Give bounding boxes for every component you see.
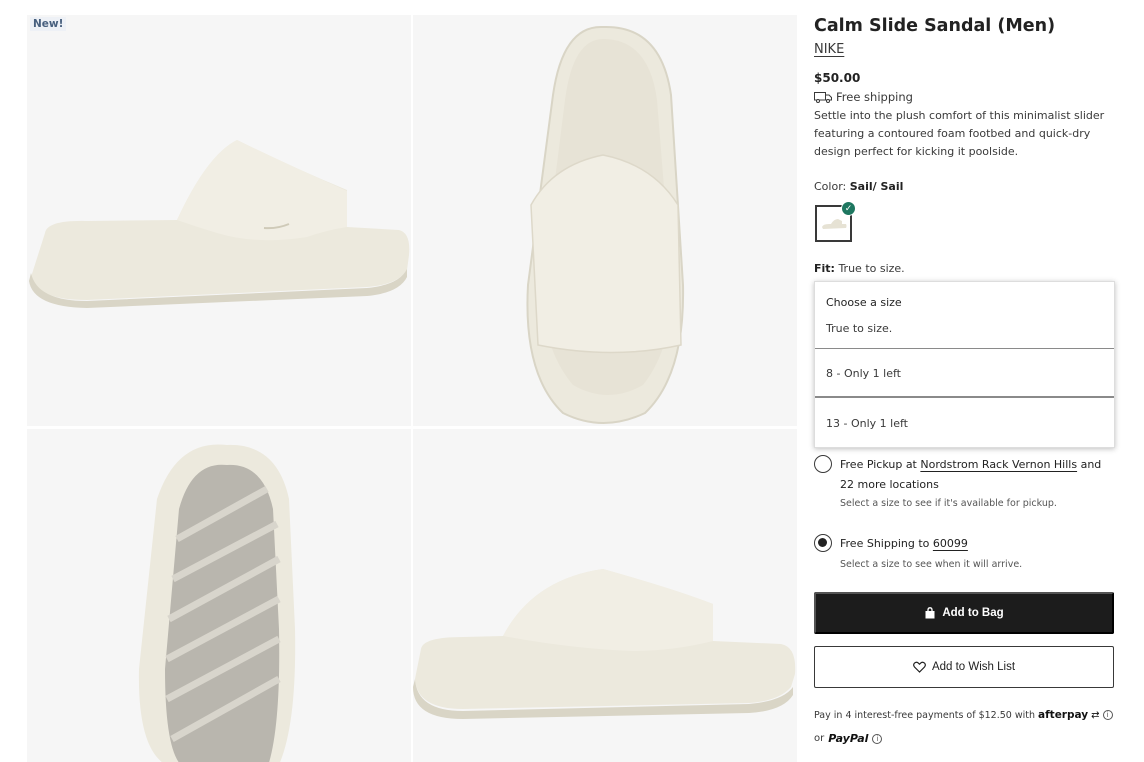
product-price: $50.00 xyxy=(814,71,861,85)
truck-icon xyxy=(814,91,832,103)
add-to-wishlist-button[interactable]: Add to Wish List xyxy=(814,646,1114,688)
product-image-side[interactable]: New! xyxy=(27,15,411,426)
product-title: Calm Slide Sandal (Men) xyxy=(814,16,1056,36)
fit-value: True to size. xyxy=(838,262,905,275)
pickup-note: Select a size to see if it's available f… xyxy=(840,498,1057,509)
afterpay-info-icon[interactable]: i xyxy=(1102,710,1113,720)
paypal-info-icon[interactable]: i xyxy=(872,733,883,744)
pickup-option-text: Free Pickup at Nordstrom Rack Vernon Hil… xyxy=(840,455,1116,495)
free-shipping-label: Free shipping xyxy=(836,90,913,104)
sandal-top-illustration xyxy=(526,25,685,424)
shipping-note: Select a size to see when it will arrive… xyxy=(840,559,1023,570)
product-image-top[interactable] xyxy=(413,15,797,426)
afterpay-row: Pay in 4 interest-free payments of $12.5… xyxy=(814,709,1113,721)
shipping-option-text: Free Shipping to 60099 xyxy=(840,534,1116,554)
sandal-sole-illustration xyxy=(138,444,296,762)
pickup-radio[interactable] xyxy=(814,455,832,473)
shipping-prefix: Free Shipping to xyxy=(840,537,930,550)
add-to-wishlist-label: Add to Wish List xyxy=(931,661,1016,673)
sandal-side-alt-illustration xyxy=(413,569,796,719)
sandal-side-illustration xyxy=(29,140,410,308)
new-badge: New! xyxy=(30,17,67,31)
size-dropdown-header: Choose a size True to size. xyxy=(815,282,1114,349)
size-option-13[interactable]: 13 - Only 1 left xyxy=(815,399,1114,447)
pickup-store-link[interactable]: Nordstrom Rack Vernon Hills xyxy=(920,458,1077,471)
size-dropdown[interactable]: Choose a size True to size. 8 - Only 1 l… xyxy=(814,281,1115,448)
size-dropdown-title: Choose a size xyxy=(826,296,902,309)
add-to-bag-button[interactable]: Add to Bag xyxy=(814,592,1114,634)
paypal-logo: PayPal xyxy=(828,732,869,745)
color-line: Color: Sail/ Sail xyxy=(814,180,903,193)
brand-link[interactable]: NIKE xyxy=(814,42,844,57)
fit-label: Fit: xyxy=(814,262,835,275)
size-dropdown-subtitle: True to size. xyxy=(826,322,893,335)
color-value: Sail/ Sail xyxy=(849,180,904,193)
add-to-bag-label: Add to Bag xyxy=(942,607,1004,619)
image-gallery: New! xyxy=(27,15,797,762)
afterpay-logo: afterpay xyxy=(1038,709,1089,721)
fit-line: Fit: True to size. xyxy=(814,262,905,275)
selected-check-icon: ✓ xyxy=(841,201,856,216)
pickup-prefix: Free Pickup at xyxy=(840,458,917,471)
afterpay-text: Pay in 4 interest-free payments of $12.5… xyxy=(814,709,1036,721)
heart-icon xyxy=(913,661,926,673)
or-label: or xyxy=(814,733,825,744)
shipping-radio[interactable] xyxy=(814,534,832,552)
color-label: Color: xyxy=(814,180,847,193)
size-option-8[interactable]: 8 - Only 1 left xyxy=(815,350,1114,398)
afterpay-arrows-icon: ⇄ xyxy=(1091,709,1100,721)
free-shipping-row: Free shipping xyxy=(814,90,913,104)
paypal-row: or PayPal i xyxy=(814,732,883,745)
product-image-sole[interactable] xyxy=(27,429,411,762)
shopping-bag-icon xyxy=(925,607,935,619)
product-description: Settle into the plush comfort of this mi… xyxy=(814,109,1105,158)
shipping-zip-link[interactable]: 60099 xyxy=(933,537,968,550)
product-image-side-alt[interactable] xyxy=(413,429,797,762)
